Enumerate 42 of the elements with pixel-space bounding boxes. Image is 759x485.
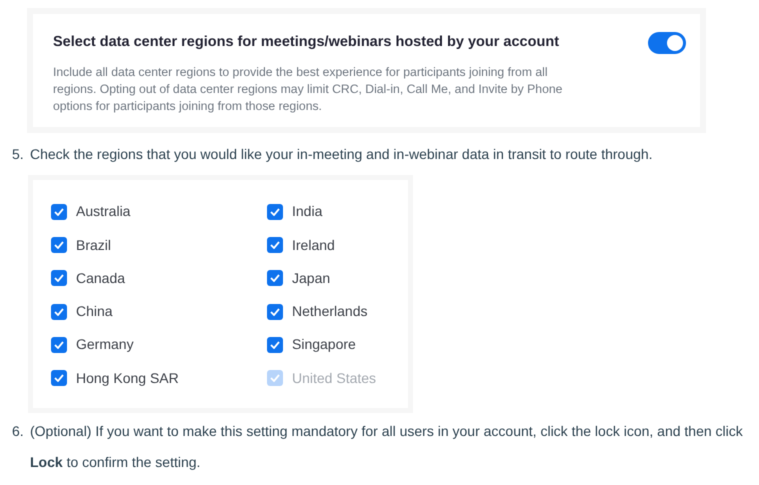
checkbox[interactable] [267, 204, 283, 220]
check-icon [270, 208, 280, 216]
checkbox[interactable] [51, 336, 67, 353]
checkbox[interactable] [51, 237, 67, 254]
checkbox-label: China [76, 302, 113, 322]
checkbox[interactable] [267, 270, 283, 286]
checkbox-label: Ireland [292, 236, 335, 255]
check-icon [270, 340, 280, 349]
checkbox-label: Japan [292, 268, 330, 288]
checkbox[interactable] [51, 204, 67, 220]
check-icon [54, 208, 64, 216]
checkbox[interactable] [267, 336, 283, 353]
checkbox[interactable] [267, 237, 283, 254]
checkbox-label: Germany [76, 335, 134, 354]
checkbox[interactable] [51, 270, 67, 286]
step-text: (Optional) If you want to make this setting mandatory for all users in your account, click the lock icon, and then click Lock to confirm the setting. [30, 422, 744, 472]
checkbox[interactable] [51, 370, 67, 386]
checkbox-label: Canada [76, 268, 126, 288]
checkbox-label: Hong Kong SAR [76, 368, 179, 388]
setting-title: Select data center regions for meetings/webinars hosted by your account [53, 33, 560, 52]
check-icon [54, 241, 64, 250]
checkbox[interactable] [267, 304, 283, 320]
checkbox-label: India [292, 202, 322, 222]
step-text: Check the regions that you would like your in-meeting and in-webinar data in transit to route through. [30, 144, 653, 164]
step-number: 6. [12, 422, 25, 441]
check-icon [54, 374, 64, 382]
checkbox-label: Australia [76, 202, 130, 222]
check-icon [270, 374, 280, 382]
checkbox-label: United States [292, 368, 376, 388]
setting-description: Include all data center regions to provide the best experience for participants joining from all regions. Opting out of data center regions may limit CRC, Dial-in, Call Me, and Invite by Phone options for participants joining from those regions. [53, 64, 564, 115]
step-number: 5. [12, 144, 25, 164]
checkbox-label: Netherlands [292, 302, 368, 322]
toggle-switch[interactable] [648, 32, 686, 54]
check-icon [270, 308, 280, 316]
checkbox[interactable] [51, 304, 67, 320]
check-icon [54, 308, 64, 316]
check-icon [54, 340, 64, 349]
check-icon [270, 241, 280, 250]
check-icon [54, 274, 64, 282]
check-icon [270, 274, 280, 282]
checkbox-label: Brazil [76, 236, 112, 255]
checkbox-label: Singapore [292, 335, 356, 354]
